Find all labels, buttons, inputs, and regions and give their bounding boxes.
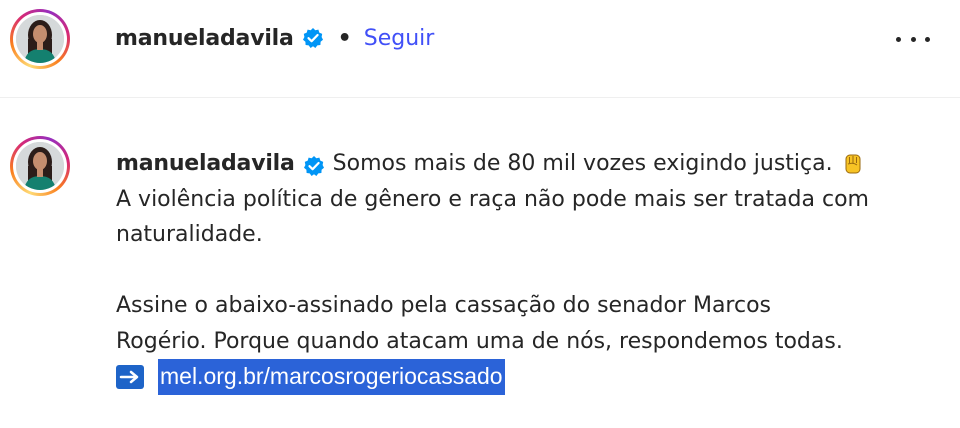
caption-line: A violência política de gênero e raça nã… <box>116 182 956 218</box>
avatar-photo <box>16 15 64 63</box>
avatar-photo <box>16 142 64 190</box>
verified-badge-icon <box>302 27 324 49</box>
more-options-icon[interactable] <box>896 27 930 51</box>
right-arrow-icon <box>116 364 144 389</box>
caption-text-line3: naturalidade. <box>116 222 263 247</box>
caption-avatar[interactable] <box>10 136 70 196</box>
caption-line: naturalidade. <box>116 217 956 253</box>
separator-dot: • <box>337 25 352 51</box>
caption-text-line4: Assine o abaixo-assinado pela cassação d… <box>116 293 772 318</box>
campaign-link[interactable]: mel.org.br/marcosrogeriocassado <box>158 359 505 395</box>
caption-line: Assine o abaixo-assinado pela cassação d… <box>116 288 956 324</box>
caption-text-line5: Rogério. Porque quando atacam uma de nós… <box>116 328 843 354</box>
post-header: manueladavila • Seguir <box>0 0 960 98</box>
caption-text-line2: A violência política de gênero e raça nã… <box>116 186 869 212</box>
caption-line: manueladavila Somos mais de 80 mil vozes… <box>116 146 956 182</box>
header-username[interactable]: manueladavila <box>115 26 294 51</box>
caption-text-line1: Somos mais de 80 mil vozes exigindo just… <box>332 151 833 176</box>
caption-username[interactable]: manueladavila <box>116 146 295 182</box>
raised-fist-icon <box>841 152 865 176</box>
verified-badge-icon <box>303 153 325 176</box>
instagram-post: manueladavila • Seguir manueladavila Som… <box>0 0 960 428</box>
follow-button[interactable]: Seguir <box>364 26 435 51</box>
caption-line: Rogério. Porque quando atacam uma de nós… <box>116 324 956 360</box>
header-user-row: manueladavila • Seguir <box>115 22 434 54</box>
caption-line: mel.org.br/marcosrogeriocassado <box>116 359 956 395</box>
profile-avatar[interactable] <box>10 9 70 69</box>
post-caption: manueladavila Somos mais de 80 mil vozes… <box>116 146 956 395</box>
